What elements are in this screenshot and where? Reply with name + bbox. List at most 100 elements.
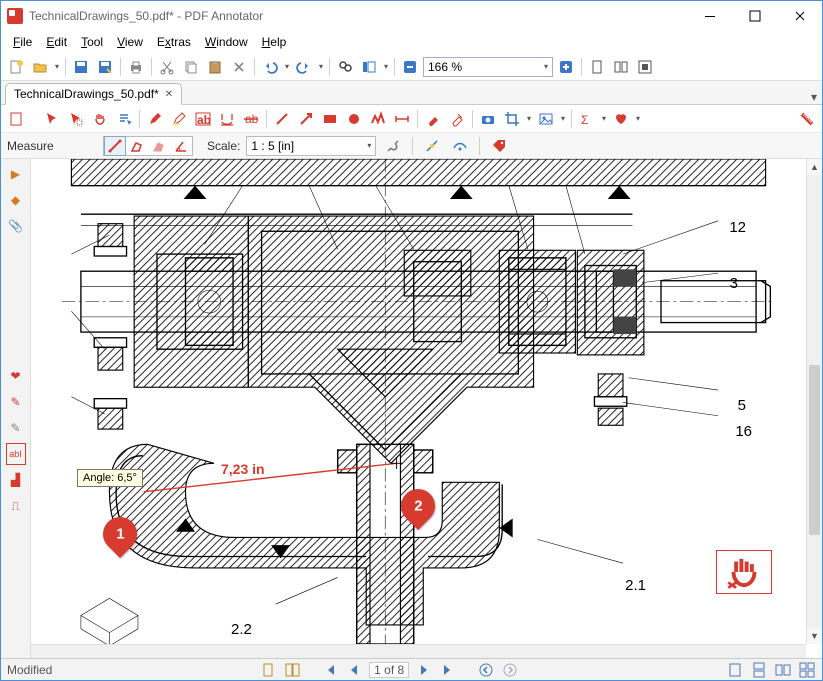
vertical-scrollbar[interactable]: ▲ ▼ bbox=[806, 159, 822, 644]
page-multi-icon[interactable] bbox=[283, 661, 301, 679]
save-icon[interactable] bbox=[70, 56, 92, 78]
strikeout-icon[interactable]: ab bbox=[240, 108, 262, 130]
save-as-icon[interactable] bbox=[94, 56, 116, 78]
measure-area-icon[interactable] bbox=[148, 136, 170, 156]
measure-angle-icon[interactable] bbox=[170, 136, 192, 156]
minimize-button[interactable] bbox=[687, 1, 732, 31]
pointer-icon[interactable] bbox=[41, 108, 63, 130]
zoom-in-icon[interactable] bbox=[555, 56, 577, 78]
fullscreen-icon[interactable] bbox=[634, 56, 656, 78]
canvas[interactable]: 12 3 5 16 2.1 2.2 7,23 in 1 2 Angle: 6,5… bbox=[31, 159, 822, 658]
line-icon[interactable] bbox=[271, 108, 293, 130]
maximize-button[interactable] bbox=[732, 1, 777, 31]
tab-active[interactable]: TechnicalDrawings_50.pdf* ✕ bbox=[5, 83, 182, 105]
undo-icon[interactable] bbox=[259, 56, 281, 78]
zoom-out-icon[interactable] bbox=[399, 56, 421, 78]
favorite-dropdown[interactable]: ▾ bbox=[634, 114, 642, 123]
tag-icon[interactable] bbox=[488, 135, 510, 157]
scroll-thumb[interactable] bbox=[809, 365, 820, 535]
bookmark-icon[interactable]: ▶ bbox=[4, 163, 28, 185]
drawing-viewport[interactable]: 12 3 5 16 2.1 2.2 7,23 in 1 2 Angle: 6,5… bbox=[31, 159, 806, 644]
menu-view[interactable]: View bbox=[111, 33, 149, 51]
scale-input[interactable]: 1 : 5 [in]▾ bbox=[246, 136, 376, 156]
find-icon[interactable] bbox=[334, 56, 356, 78]
delete-icon[interactable] bbox=[228, 56, 250, 78]
paste-icon[interactable] bbox=[204, 56, 226, 78]
menu-extras[interactable]: Extras bbox=[151, 33, 197, 51]
pan-icon[interactable] bbox=[89, 108, 111, 130]
text-tool-icon[interactable]: ab bbox=[192, 108, 214, 130]
menu-window[interactable]: Window bbox=[199, 33, 254, 51]
next-page-icon[interactable] bbox=[415, 661, 433, 679]
view-two-icon[interactable] bbox=[774, 661, 792, 679]
stamp-side-icon[interactable]: ▟ bbox=[4, 469, 28, 491]
prev-page-icon[interactable] bbox=[345, 661, 363, 679]
favorite-icon[interactable] bbox=[610, 108, 632, 130]
open-icon[interactable] bbox=[29, 56, 51, 78]
new-doc-icon[interactable] bbox=[5, 56, 27, 78]
dimension-icon[interactable] bbox=[391, 108, 413, 130]
tab-close-icon[interactable]: ✕ bbox=[165, 89, 173, 100]
undo-dropdown[interactable]: ▾ bbox=[283, 62, 291, 71]
sidebar-dropdown[interactable]: ▾ bbox=[382, 62, 390, 71]
sidebar-icon[interactable] bbox=[358, 56, 380, 78]
highlighter-icon[interactable] bbox=[168, 108, 190, 130]
ruler-icon[interactable] bbox=[791, 103, 822, 134]
palm-mode-button[interactable] bbox=[716, 550, 772, 594]
view-grid-icon[interactable] bbox=[798, 661, 816, 679]
underline-icon[interactable] bbox=[216, 108, 238, 130]
bookmark2-icon[interactable]: ◆ bbox=[4, 189, 28, 211]
menu-tool[interactable]: Tool bbox=[75, 33, 109, 51]
measure-perimeter-icon[interactable] bbox=[126, 136, 148, 156]
view-single-icon[interactable] bbox=[726, 661, 744, 679]
view-cont-icon[interactable] bbox=[750, 661, 768, 679]
settings-icon[interactable] bbox=[382, 135, 404, 157]
pen-alt-side-icon[interactable]: ✎ bbox=[4, 417, 28, 439]
pen-side-icon[interactable]: ✎ bbox=[4, 391, 28, 413]
zoom-input[interactable]: 166 %▾ bbox=[423, 57, 553, 77]
horizontal-scrollbar[interactable] bbox=[31, 644, 806, 658]
heart-icon[interactable]: ❤ bbox=[4, 365, 28, 387]
redo-dropdown[interactable]: ▾ bbox=[317, 62, 325, 71]
erase-all-icon[interactable] bbox=[446, 108, 468, 130]
open-dropdown[interactable]: ▾ bbox=[53, 62, 61, 71]
nav-back-icon[interactable] bbox=[477, 661, 495, 679]
layout-single-icon[interactable] bbox=[586, 56, 608, 78]
nav-fwd-icon[interactable] bbox=[501, 661, 519, 679]
close-button[interactable] bbox=[777, 1, 822, 31]
stamp2-side-icon[interactable]: ⎍ bbox=[4, 495, 28, 517]
crop-icon[interactable] bbox=[501, 108, 523, 130]
lasso-select-icon[interactable] bbox=[65, 108, 87, 130]
crop-dropdown[interactable]: ▾ bbox=[525, 114, 533, 123]
redo-icon[interactable] bbox=[293, 56, 315, 78]
tabstrip-menu[interactable]: ▾ bbox=[806, 90, 822, 104]
rectangle-icon[interactable] bbox=[319, 108, 341, 130]
scroll-up-icon[interactable]: ▲ bbox=[807, 159, 822, 175]
last-page-icon[interactable] bbox=[439, 661, 457, 679]
copy-icon[interactable] bbox=[180, 56, 202, 78]
page-outline-icon[interactable] bbox=[5, 108, 27, 130]
menu-file[interactable]: File bbox=[7, 33, 38, 51]
sum-dropdown[interactable]: ▾ bbox=[600, 114, 608, 123]
text-select-icon[interactable] bbox=[113, 108, 135, 130]
calibrate-icon[interactable] bbox=[449, 135, 471, 157]
pen-icon[interactable] bbox=[144, 108, 166, 130]
first-page-icon[interactable] bbox=[321, 661, 339, 679]
circle-icon[interactable] bbox=[343, 108, 365, 130]
measure-distance-icon[interactable] bbox=[104, 136, 126, 156]
arrow-icon[interactable] bbox=[295, 108, 317, 130]
image-icon[interactable] bbox=[535, 108, 557, 130]
camera-icon[interactable] bbox=[477, 108, 499, 130]
print-icon[interactable] bbox=[125, 56, 147, 78]
attachment-icon[interactable]: 📎 bbox=[4, 215, 28, 237]
page-single-icon[interactable] bbox=[259, 661, 277, 679]
layout-two-icon[interactable] bbox=[610, 56, 632, 78]
text-side-icon[interactable]: abI bbox=[6, 443, 26, 465]
page-indicator[interactable]: 1 of 8 bbox=[369, 662, 409, 678]
menu-help[interactable]: Help bbox=[256, 33, 293, 51]
scroll-down-icon[interactable]: ▼ bbox=[807, 628, 822, 644]
sum-icon[interactable]: Σ bbox=[576, 108, 598, 130]
menu-edit[interactable]: Edit bbox=[40, 33, 73, 51]
cut-icon[interactable] bbox=[156, 56, 178, 78]
snap-icon[interactable] bbox=[421, 135, 443, 157]
